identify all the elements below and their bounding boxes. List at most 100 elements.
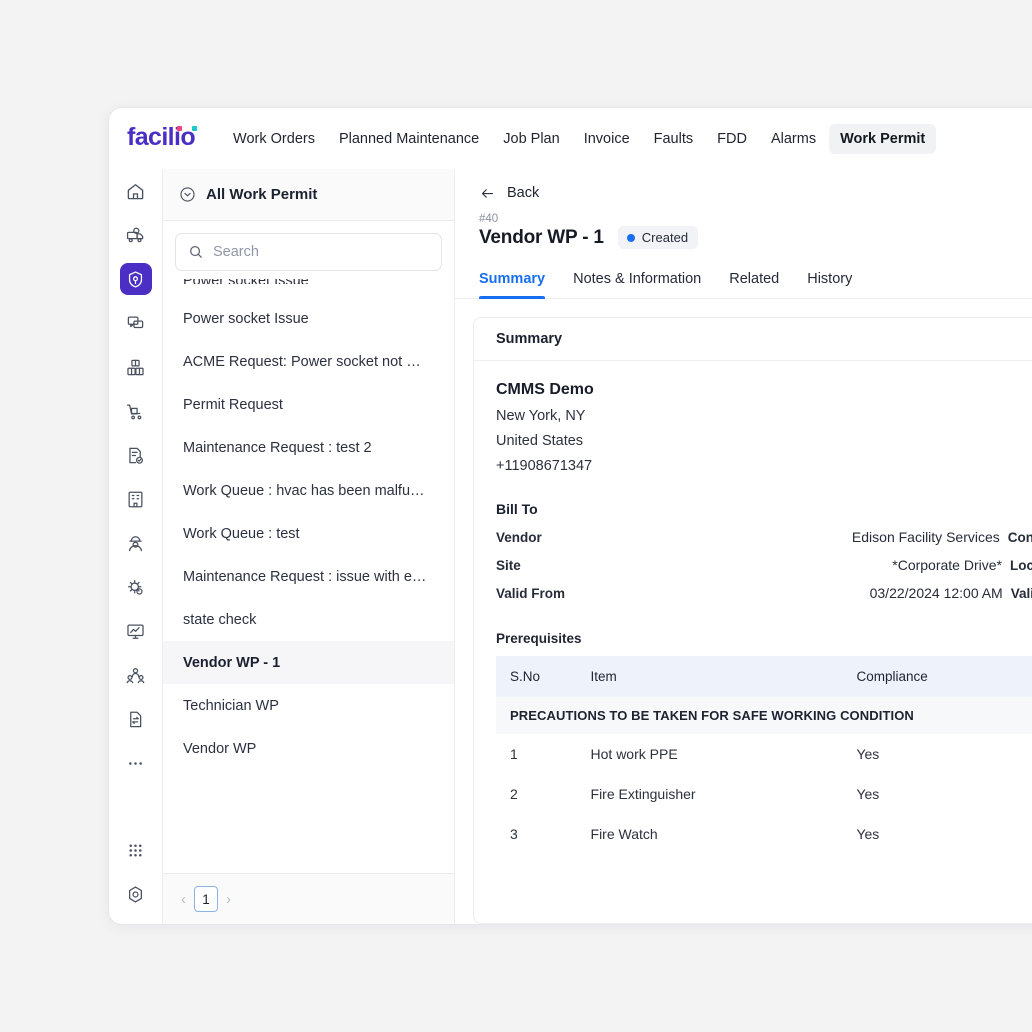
nav-item-faults[interactable]: Faults [643, 124, 705, 154]
pagination-next-button[interactable]: › [224, 891, 233, 908]
list-item[interactable]: Technician WP [163, 684, 454, 727]
main-nav: Work Orders Planned Maintenance Job Plan… [222, 124, 936, 154]
detail-header: Back #40 Vendor WP - 1 Created [455, 169, 1032, 249]
cell-sno: 2 [496, 774, 579, 814]
record-title-row: Vendor WP - 1 Created [479, 226, 1032, 249]
search-box[interactable] [175, 233, 442, 271]
back-button[interactable]: Back [479, 185, 1032, 201]
list-item[interactable]: ACME Request: Power socket not … [163, 340, 454, 383]
work-permit-list[interactable]: Power socket Issue Power socket Issue AC… [163, 279, 454, 873]
sidebar-item-purchase[interactable] [120, 395, 152, 427]
pagination-prev-button[interactable]: ‹ [179, 891, 188, 908]
nav-item-alarms[interactable]: Alarms [760, 124, 827, 154]
pagination: ‹ 1 › [163, 873, 454, 924]
app-window: facilio Work Orders Planned Maintenance … [108, 107, 1032, 925]
nav-item-planned-maintenance[interactable]: Planned Maintenance [328, 124, 490, 154]
field-label-right: Con [1008, 530, 1032, 545]
sidebar-item-home[interactable] [120, 175, 152, 207]
list-item[interactable]: Permit Request [163, 383, 454, 426]
sidebar-item-work-order[interactable] [120, 219, 152, 251]
cell-spacer [1010, 774, 1032, 814]
list-item[interactable]: Vendor WP [163, 727, 454, 770]
work-permit-list-panel: All Work Permit Power socket Issue Power… [163, 169, 455, 924]
org-name: CMMS Demo [496, 381, 1032, 399]
sidebar-item-more[interactable] [120, 747, 152, 779]
cell-item: Hot work PPE [579, 734, 845, 774]
column-header-sno: S.No [496, 656, 579, 697]
list-item[interactable]: Work Queue : hvac has been malfu… [163, 469, 454, 512]
sidebar-item-vendors[interactable] [120, 659, 152, 691]
bill-to-fields: Vendor Edison Facility Services Con Site… [496, 529, 1032, 601]
list-item[interactable]: Power socket Issue [163, 279, 454, 297]
sidebar-item-apps-grid[interactable] [120, 834, 152, 866]
nav-item-work-orders[interactable]: Work Orders [222, 124, 326, 154]
column-header-spacer [1010, 656, 1032, 697]
search-input[interactable] [213, 244, 429, 260]
status-dot-icon [627, 234, 635, 242]
back-label: Back [507, 185, 539, 201]
status-badge: Created [618, 226, 698, 249]
bill-to-title: Bill To [496, 501, 1032, 517]
field-value: *Corporate Drive* [666, 557, 1010, 573]
search-container [163, 221, 454, 279]
sidebar-item-inventory[interactable] [120, 351, 152, 383]
list-item-selected[interactable]: Vendor WP - 1 [163, 641, 454, 684]
icon-sidebar [109, 169, 163, 924]
list-header: All Work Permit [163, 169, 454, 221]
sidebar-item-technician[interactable] [120, 527, 152, 559]
list-item[interactable]: Maintenance Request : test 2 [163, 426, 454, 469]
list-item[interactable]: state check [163, 598, 454, 641]
list-item-label: Permit Request [183, 397, 434, 413]
list-item-label: ACME Request: Power socket not … [183, 354, 434, 370]
field-label-right: Loc [1010, 558, 1032, 573]
org-city: New York, NY [496, 408, 1032, 424]
logo-dot-teal-icon [192, 126, 197, 131]
list-item[interactable]: Power socket Issue [163, 297, 454, 340]
list-item-label: Work Queue : test [183, 526, 434, 542]
field-label: Site [496, 558, 666, 573]
list-item[interactable]: Work Queue : test [163, 512, 454, 555]
sidebar-item-work-permit[interactable] [120, 263, 152, 295]
cell-sno: 3 [496, 814, 579, 854]
list-item[interactable]: Maintenance Request : issue with e… [163, 555, 454, 598]
field-value: 03/22/2024 12:00 AM [666, 585, 1011, 601]
sidebar-item-settings[interactable] [120, 878, 152, 910]
page-title: Vendor WP - 1 [479, 227, 604, 249]
list-item-label: Maintenance Request : test 2 [183, 440, 434, 456]
field-label: Valid From [496, 586, 666, 601]
table-group-header-row: PRECAUTIONS TO BE TAKEN FOR SAFE WORKING… [496, 697, 1032, 734]
cell-compliance: Yes [844, 734, 1010, 774]
tab-history[interactable]: History [807, 263, 852, 298]
nav-item-work-permit[interactable]: Work Permit [829, 124, 936, 154]
sidebar-item-messages[interactable] [120, 307, 152, 339]
summary-body: CMMS Demo New York, NY United States +11… [474, 361, 1032, 854]
nav-item-fdd[interactable]: FDD [706, 124, 758, 154]
nav-item-invoice[interactable]: Invoice [573, 124, 641, 154]
search-icon [188, 244, 204, 260]
field-vendor: Vendor Edison Facility Services Con [496, 529, 1032, 545]
sidebar-item-transfers[interactable] [120, 703, 152, 735]
table-row: 1 Hot work PPE Yes [496, 734, 1032, 774]
list-item-label: state check [183, 612, 434, 628]
facilio-logo[interactable]: facilio [127, 125, 195, 152]
detail-tabs: Summary Notes & Information Related Hist… [455, 263, 1032, 299]
pagination-page-1[interactable]: 1 [194, 886, 218, 912]
sidebar-item-assets[interactable] [120, 571, 152, 603]
sidebar-item-analytics[interactable] [120, 615, 152, 647]
list-item-label: Work Queue : hvac has been malfu… [183, 483, 434, 499]
sidebar-item-buildings[interactable] [120, 483, 152, 515]
tab-summary[interactable]: Summary [479, 263, 545, 298]
field-site: Site *Corporate Drive* Loc [496, 557, 1032, 573]
table-group-header-label: PRECAUTIONS TO BE TAKEN FOR SAFE WORKING… [496, 697, 1032, 734]
nav-item-job-plan[interactable]: Job Plan [492, 124, 570, 154]
sidebar-item-checklist[interactable] [120, 439, 152, 471]
arrow-left-icon [479, 186, 496, 201]
detail-content: Summary CMMS Demo New York, NY United St… [455, 299, 1032, 924]
org-country: United States [496, 433, 1032, 449]
list-item-label: Power socket Issue [183, 279, 434, 284]
tab-notes-information[interactable]: Notes & Information [573, 263, 701, 298]
tab-related[interactable]: Related [729, 263, 779, 298]
list-item-label: Technician WP [183, 698, 434, 714]
summary-section-title: Summary [474, 318, 1032, 361]
chevron-down-circle-icon[interactable] [179, 186, 196, 203]
